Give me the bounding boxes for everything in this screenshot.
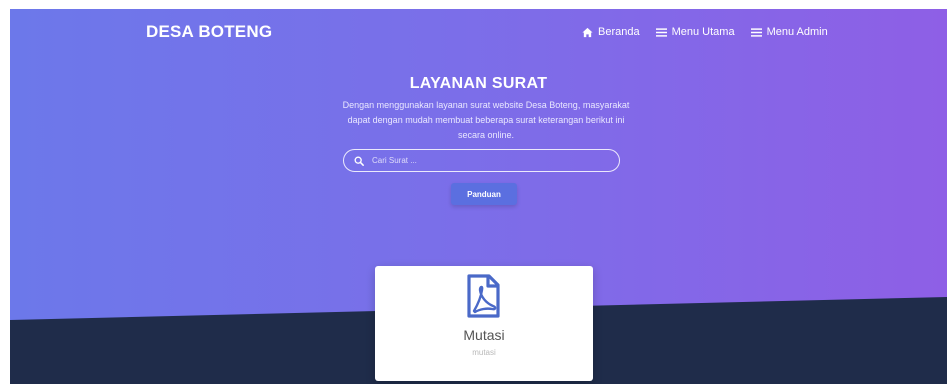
search-icon	[354, 156, 364, 166]
pdf-file-icon	[467, 274, 500, 318]
nav-label: Menu Utama	[671, 26, 735, 38]
nav-item-menu-utama[interactable]: Menu Utama	[655, 26, 735, 38]
card-title: Mutasi	[463, 327, 505, 343]
service-card-mutasi[interactable]: Mutasi mutasi	[375, 266, 593, 381]
search-box[interactable]	[343, 149, 620, 172]
menu-icon	[750, 27, 762, 37]
nav-item-beranda[interactable]: Beranda	[582, 26, 640, 38]
page-title: LAYANAN SURAT	[409, 75, 548, 92]
brand-logo[interactable]: DESA BOTENG	[146, 22, 272, 42]
page-subtitle: Dengan menggunakan layanan surat website…	[342, 100, 630, 140]
top-nav: Beranda Menu Utama Menu Admin	[582, 26, 828, 38]
nav-label: Menu Admin	[766, 26, 828, 38]
menu-icon	[655, 27, 667, 37]
home-icon	[582, 27, 593, 37]
nav-item-menu-admin[interactable]: Menu Admin	[750, 26, 828, 38]
card-subtitle: mutasi	[472, 348, 496, 357]
guide-button[interactable]: Panduan	[451, 183, 517, 205]
search-input[interactable]	[370, 155, 604, 166]
page-frame: DESA BOTENG Beranda Menu Utama Menu Admi…	[10, 9, 947, 384]
nav-label: Beranda	[598, 26, 640, 38]
